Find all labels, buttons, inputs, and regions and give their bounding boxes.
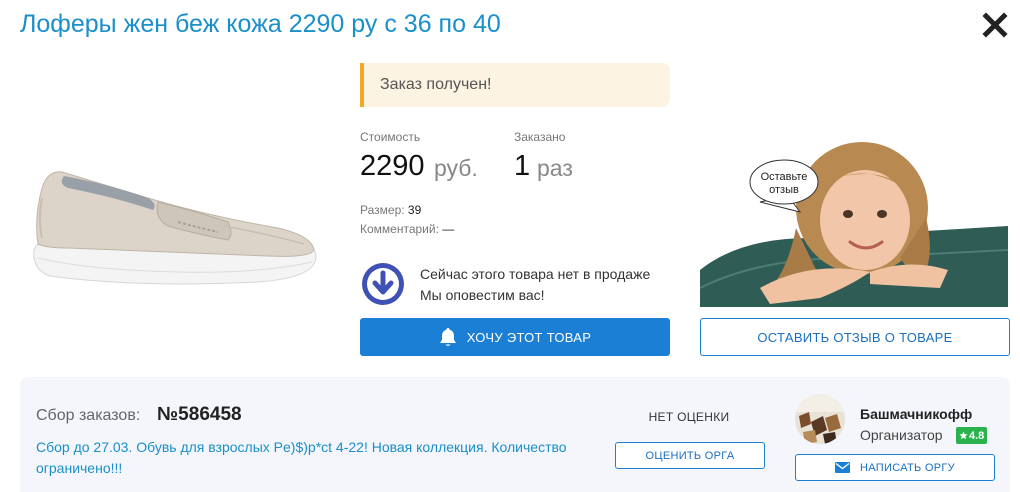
notify-message: Сейчас этого товара нет в продаже Мы опо…	[420, 264, 680, 306]
avatar[interactable]	[795, 394, 845, 444]
notify-line-2: Мы оповестим вас!	[420, 287, 545, 303]
cost-value: 2290	[360, 150, 425, 182]
notify-line-1: Сейчас этого товара нет в продаже	[420, 266, 651, 282]
review-bubble-line-2: отзыв	[769, 184, 799, 196]
comment-label: Комментарий:	[360, 222, 439, 236]
collection-description-link[interactable]: Сбор до 27.03. Обувь для взрослых Pe)$)p…	[36, 437, 596, 479]
organizer-role: Организатор	[860, 427, 943, 443]
comment-row: Комментарий: —	[360, 222, 454, 236]
size-row: Размер: 39	[360, 203, 421, 217]
cost-unit: руб.	[434, 155, 478, 181]
review-promo-image: Оставьте отзыв	[700, 138, 1008, 307]
envelope-icon	[835, 462, 851, 473]
write-organizer-label: НАПИСАТЬ ОРГУ	[860, 461, 955, 474]
collection-label: Сбор заказов:	[36, 407, 141, 424]
leave-review-label: ОСТАВИТЬ ОТЗЫВ О ТОВАРЕ	[757, 329, 953, 345]
size-value: 39	[407, 203, 422, 217]
ordered-value: 1	[514, 150, 531, 182]
arrow-down-circle-icon	[362, 263, 404, 305]
size-label: Размер:	[360, 203, 405, 217]
comment-value: —	[442, 222, 455, 236]
want-item-button[interactable]: ХОЧУ ЭТОТ ТОВАР	[360, 318, 670, 356]
close-icon	[982, 12, 1008, 38]
star-icon	[959, 431, 968, 440]
organizer-rating-value: 4.8	[969, 429, 985, 442]
rate-organizer-button[interactable]: ОЦЕНИТЬ ОРГА	[615, 442, 765, 469]
want-item-label: ХОЧУ ЭТОТ ТОВАР	[466, 329, 592, 345]
organizer-rating-badge: 4.8	[956, 427, 988, 444]
organizer-name[interactable]: Башмачникофф	[860, 406, 972, 422]
rating-status: НЕТ ОЦЕНКИ	[648, 410, 730, 424]
ordered-label: Заказано	[514, 130, 566, 144]
leave-review-button[interactable]: ОСТАВИТЬ ОТЗЫВ О ТОВАРЕ	[700, 318, 1010, 356]
order-status-text: Заказ получен!	[380, 76, 492, 93]
collection-number[interactable]: №586458	[157, 404, 242, 426]
write-organizer-button[interactable]: НАПИСАТЬ ОРГУ	[795, 454, 995, 481]
ordered-unit: раз	[537, 155, 573, 181]
order-status-banner: Заказ получен!	[360, 63, 670, 107]
bell-icon	[439, 327, 457, 347]
rate-organizer-label: ОЦЕНИТЬ ОРГА	[645, 449, 735, 462]
product-image	[28, 158, 324, 292]
cost-label: Стоимость	[360, 130, 421, 144]
page-title: Лоферы жен беж кожа 2290 ру с 36 по 40	[20, 10, 501, 38]
close-button[interactable]	[982, 12, 1008, 38]
review-bubble-line-1: Оставьте	[761, 171, 808, 183]
